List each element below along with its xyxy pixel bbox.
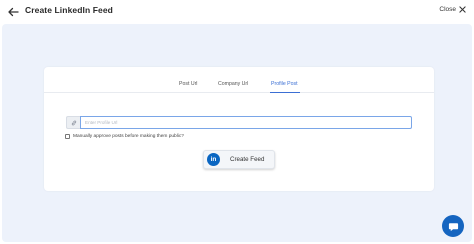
content-canvas: Post Url Company Url Profile Post Manual… [2, 24, 472, 242]
profile-url-input[interactable] [80, 116, 412, 129]
close-icon [459, 6, 466, 13]
top-bar: Create LinkedIn Feed Close [0, 0, 474, 24]
close-button[interactable]: Close [439, 6, 466, 13]
source-tabs: Post Url Company Url Profile Post [44, 67, 434, 93]
tab-post-url[interactable]: Post Url [179, 81, 197, 87]
approve-checkbox[interactable] [65, 134, 70, 139]
tab-profile-post[interactable]: Profile Post [271, 81, 298, 87]
back-arrow-icon[interactable] [7, 5, 19, 17]
approve-label: Manually approve posts before making the… [73, 134, 184, 139]
approve-option: Manually approve posts before making the… [65, 134, 184, 139]
close-label: Close [439, 6, 456, 13]
active-tab-indicator [270, 92, 300, 93]
chat-button[interactable] [442, 215, 464, 237]
create-feed-button[interactable]: in Create Feed [203, 150, 275, 169]
url-input-group [66, 116, 412, 129]
feed-form-card: Post Url Company Url Profile Post Manual… [44, 67, 434, 191]
page-title: Create LinkedIn Feed [25, 5, 113, 15]
create-feed-label: Create Feed [230, 156, 265, 163]
tab-company-url[interactable]: Company Url [218, 81, 248, 87]
chat-icon [448, 222, 458, 231]
linkedin-icon: in [207, 153, 220, 166]
link-icon [66, 116, 80, 129]
